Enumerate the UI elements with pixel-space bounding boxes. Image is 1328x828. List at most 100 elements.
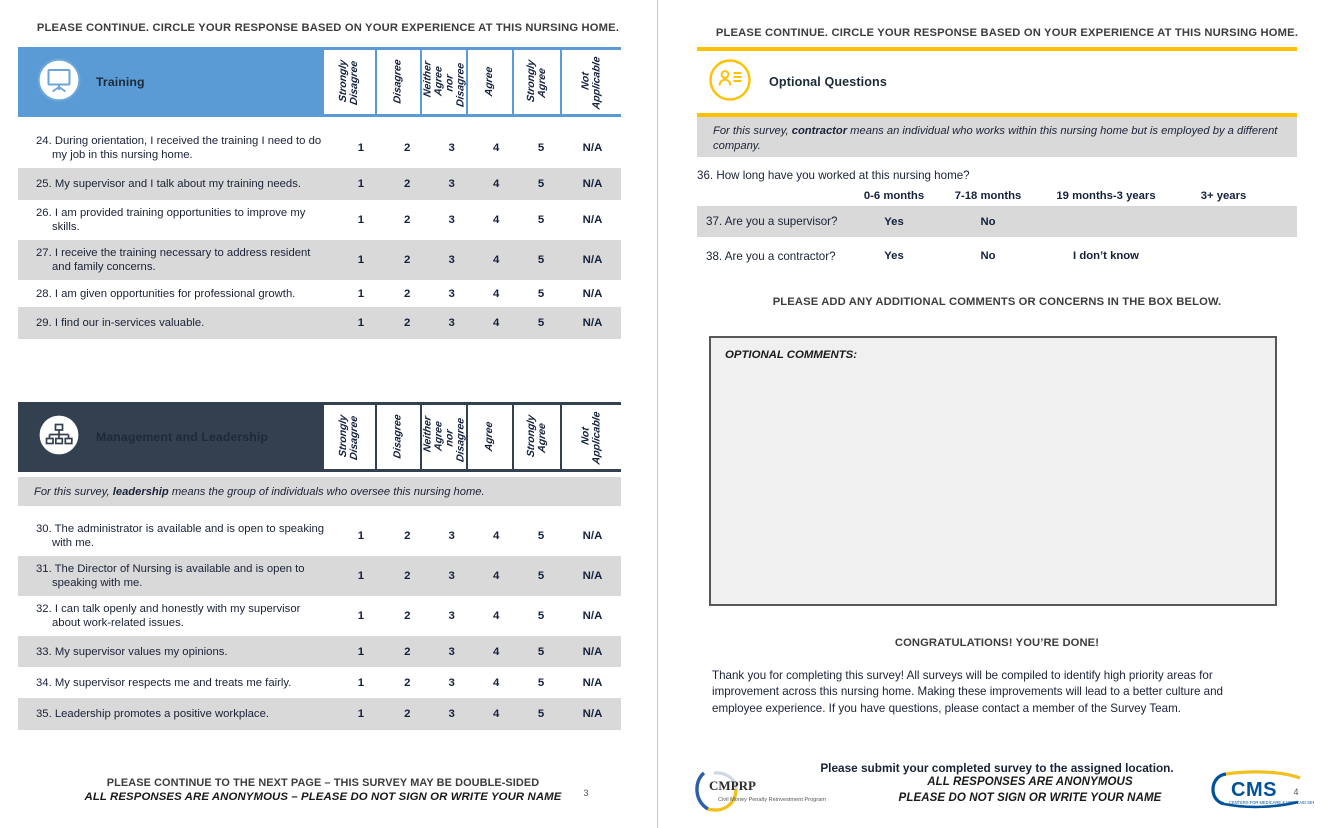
option-na[interactable]: N/A bbox=[564, 280, 621, 307]
option-2[interactable]: 2 bbox=[385, 307, 429, 339]
question-38-row[interactable]: 38. Are you a contractor? Yes No I don’t… bbox=[697, 243, 1297, 269]
option-4[interactable]: 4 bbox=[474, 168, 518, 200]
option-2[interactable]: 2 bbox=[385, 516, 429, 556]
option-5[interactable]: 5 bbox=[518, 667, 564, 698]
choice-0-6-months[interactable]: 0-6 months bbox=[848, 190, 940, 202]
option-2[interactable]: 2 bbox=[385, 556, 429, 596]
choice-no[interactable]: No bbox=[940, 216, 1036, 228]
table-row[interactable]: 24. During orientation, I received the t… bbox=[18, 128, 621, 168]
option-3[interactable]: 3 bbox=[429, 596, 474, 636]
option-4[interactable]: 4 bbox=[474, 556, 518, 596]
option-2[interactable]: 2 bbox=[385, 667, 429, 698]
option-na[interactable]: N/A bbox=[564, 168, 621, 200]
option-4[interactable]: 4 bbox=[474, 596, 518, 636]
option-3[interactable]: 3 bbox=[429, 280, 474, 307]
option-2[interactable]: 2 bbox=[385, 200, 429, 240]
option-5[interactable]: 5 bbox=[518, 596, 564, 636]
option-na[interactable]: N/A bbox=[564, 200, 621, 240]
option-5[interactable]: 5 bbox=[518, 280, 564, 307]
option-1[interactable]: 1 bbox=[337, 516, 386, 556]
table-row[interactable]: 31. The Director of Nursing is available… bbox=[18, 556, 621, 596]
choice-19-months-3-years[interactable]: 19 months-3 years bbox=[1036, 190, 1176, 202]
option-5[interactable]: 5 bbox=[518, 168, 564, 200]
option-4[interactable]: 4 bbox=[474, 240, 518, 280]
option-1[interactable]: 1 bbox=[337, 556, 386, 596]
option-1[interactable]: 1 bbox=[337, 307, 386, 339]
option-na[interactable]: N/A bbox=[564, 516, 621, 556]
option-na[interactable]: N/A bbox=[564, 596, 621, 636]
option-2[interactable]: 2 bbox=[385, 168, 429, 200]
option-5[interactable]: 5 bbox=[518, 307, 564, 339]
table-row[interactable]: 32. I can talk openly and honestly with … bbox=[18, 596, 621, 636]
option-5[interactable]: 5 bbox=[518, 556, 564, 596]
table-row[interactable]: 28. I am given opportunities for profess… bbox=[18, 280, 621, 307]
option-2[interactable]: 2 bbox=[385, 698, 429, 730]
question-37-row[interactable]: 37. Are you a supervisor? Yes No bbox=[697, 206, 1297, 237]
option-na[interactable]: N/A bbox=[564, 556, 621, 596]
option-3[interactable]: 3 bbox=[429, 200, 474, 240]
choice-7-18-months[interactable]: 7-18 months bbox=[940, 190, 1036, 202]
choice-i-dont-know[interactable]: I don’t know bbox=[1036, 250, 1176, 262]
option-1[interactable]: 1 bbox=[337, 168, 386, 200]
option-3[interactable]: 3 bbox=[429, 556, 474, 596]
option-3[interactable]: 3 bbox=[429, 128, 474, 168]
option-5[interactable]: 5 bbox=[518, 516, 564, 556]
option-4[interactable]: 4 bbox=[474, 307, 518, 339]
option-3[interactable]: 3 bbox=[429, 698, 474, 730]
question-text: I can talk openly and honestly with my s… bbox=[52, 603, 301, 629]
option-2[interactable]: 2 bbox=[385, 240, 429, 280]
option-2[interactable]: 2 bbox=[385, 636, 429, 667]
choice-yes[interactable]: Yes bbox=[848, 250, 940, 262]
option-na[interactable]: N/A bbox=[564, 128, 621, 168]
optional-comments-box[interactable]: OPTIONAL COMMENTS: bbox=[709, 336, 1277, 606]
option-na[interactable]: N/A bbox=[564, 636, 621, 667]
table-row[interactable]: 26. I am provided training opportunities… bbox=[18, 200, 621, 240]
option-4[interactable]: 4 bbox=[474, 667, 518, 698]
option-na[interactable]: N/A bbox=[564, 667, 621, 698]
option-na[interactable]: N/A bbox=[564, 240, 621, 280]
table-row[interactable]: 25. My supervisor and I talk about my tr… bbox=[18, 168, 621, 200]
option-4[interactable]: 4 bbox=[474, 516, 518, 556]
question-text: Leadership promotes a positive workplace… bbox=[54, 708, 269, 720]
choice-no[interactable]: No bbox=[940, 250, 1036, 262]
option-5[interactable]: 5 bbox=[518, 636, 564, 667]
option-4[interactable]: 4 bbox=[474, 698, 518, 730]
table-row[interactable]: 35. Leadership promotes a positive workp… bbox=[18, 698, 621, 730]
choice-yes[interactable]: Yes bbox=[848, 216, 940, 228]
option-3[interactable]: 3 bbox=[429, 636, 474, 667]
table-row[interactable]: 27. I receive the training necessary to … bbox=[18, 240, 621, 280]
option-3[interactable]: 3 bbox=[429, 307, 474, 339]
anonymous-line-1: ALL RESPONSES ARE ANONYMOUS bbox=[927, 776, 1133, 788]
option-5[interactable]: 5 bbox=[518, 240, 564, 280]
option-na[interactable]: N/A bbox=[564, 307, 621, 339]
option-3[interactable]: 3 bbox=[429, 667, 474, 698]
option-1[interactable]: 1 bbox=[337, 240, 386, 280]
option-2[interactable]: 2 bbox=[385, 596, 429, 636]
table-row[interactable]: 33. My supervisor values my opinions. 1 … bbox=[18, 636, 621, 667]
option-1[interactable]: 1 bbox=[337, 280, 386, 307]
option-4[interactable]: 4 bbox=[474, 280, 518, 307]
option-1[interactable]: 1 bbox=[337, 667, 386, 698]
option-1[interactable]: 1 bbox=[337, 698, 386, 730]
optional-comments-value[interactable] bbox=[711, 361, 1275, 569]
option-3[interactable]: 3 bbox=[429, 240, 474, 280]
option-5[interactable]: 5 bbox=[518, 200, 564, 240]
option-2[interactable]: 2 bbox=[385, 280, 429, 307]
option-3[interactable]: 3 bbox=[429, 516, 474, 556]
option-5[interactable]: 5 bbox=[518, 698, 564, 730]
option-4[interactable]: 4 bbox=[474, 128, 518, 168]
option-4[interactable]: 4 bbox=[474, 200, 518, 240]
option-1[interactable]: 1 bbox=[337, 596, 386, 636]
option-na[interactable]: N/A bbox=[564, 698, 621, 730]
table-row[interactable]: 30. The administrator is available and i… bbox=[18, 516, 621, 556]
option-2[interactable]: 2 bbox=[385, 128, 429, 168]
option-3[interactable]: 3 bbox=[429, 168, 474, 200]
option-1[interactable]: 1 bbox=[337, 200, 386, 240]
choice-3-plus-years[interactable]: 3+ years bbox=[1176, 190, 1271, 202]
table-row[interactable]: 34. My supervisor respects me and treats… bbox=[18, 667, 621, 698]
option-1[interactable]: 1 bbox=[337, 636, 386, 667]
option-4[interactable]: 4 bbox=[474, 636, 518, 667]
option-1[interactable]: 1 bbox=[337, 128, 386, 168]
option-5[interactable]: 5 bbox=[518, 128, 564, 168]
table-row[interactable]: 29. I find our in-services valuable. 1 2… bbox=[18, 307, 621, 339]
